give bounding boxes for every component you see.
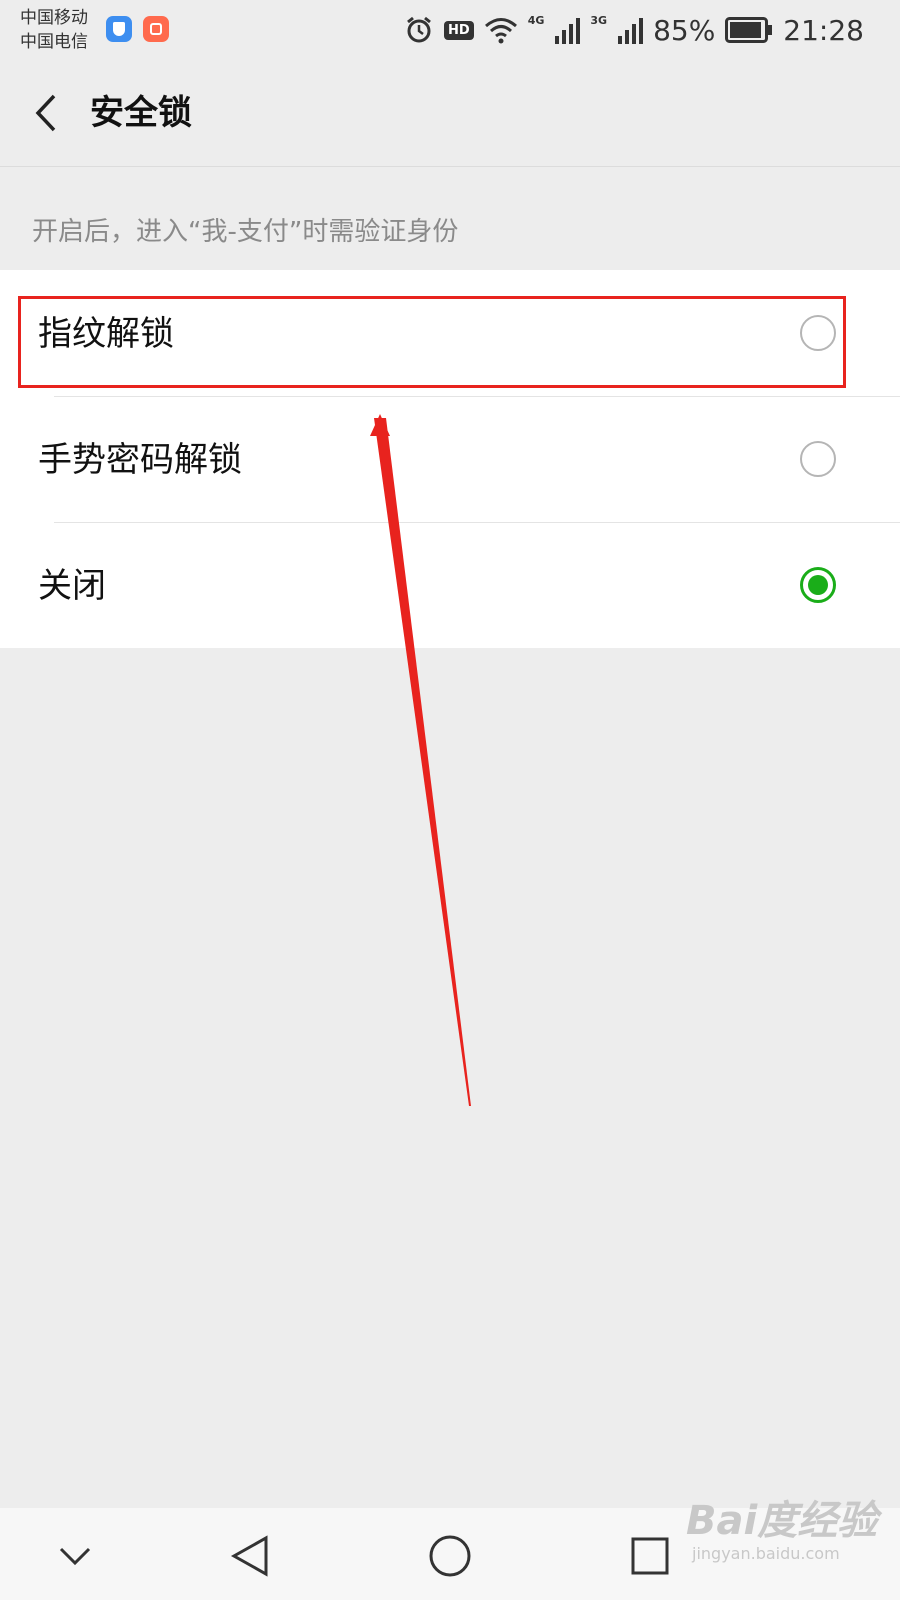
nav-header: 安全锁	[0, 64, 900, 167]
wifi-icon	[484, 16, 518, 44]
lock-option-list: 指纹解锁 手势密码解锁 关闭	[0, 270, 900, 648]
carrier-2: 中国电信	[20, 32, 88, 52]
battery-percent: 85%	[653, 13, 716, 47]
signal-icon-2	[617, 16, 644, 44]
recents-square-icon	[631, 1537, 669, 1575]
option-label: 指纹解锁	[38, 314, 174, 354]
section-hint: 开启后，进入“我-支付”时需验证身份	[32, 217, 459, 247]
nav-home-button[interactable]	[420, 1526, 480, 1586]
shield-app-icon	[106, 16, 132, 42]
page-title: 安全锁	[90, 93, 192, 133]
alarm-icon	[404, 15, 434, 45]
nav-back-button[interactable]	[220, 1526, 280, 1586]
back-triangle-icon	[230, 1535, 268, 1577]
home-circle-icon	[429, 1535, 471, 1577]
network-type-2: 3G	[590, 14, 608, 27]
back-button[interactable]	[26, 88, 66, 138]
network-type-1: 4G	[527, 14, 545, 27]
nav-collapse-button[interactable]	[45, 1526, 105, 1586]
option-label: 关闭	[38, 566, 106, 606]
carrier-1: 中国移动	[20, 8, 88, 28]
chevron-left-icon	[35, 94, 56, 132]
radio-unchecked-icon[interactable]	[800, 441, 836, 477]
chevron-down-icon	[59, 1547, 91, 1566]
clock: 21:28	[783, 13, 864, 47]
radio-checked-icon[interactable]	[800, 567, 836, 603]
option-gesture[interactable]: 手势密码解锁	[0, 396, 900, 522]
status-icons: HD 4G 3G 85% 21:28	[404, 12, 864, 48]
carrier-info: 中国移动 中国电信	[20, 6, 88, 54]
nav-recents-button[interactable]	[620, 1526, 680, 1586]
hd-badge: HD	[444, 20, 474, 40]
red-app-icon	[143, 16, 169, 42]
option-label: 手势密码解锁	[38, 440, 242, 480]
status-bar: 中国移动 中国电信 HD 4G 3G 85% 21:28	[0, 0, 900, 64]
signal-icon	[554, 16, 581, 44]
watermark-logo: Bai度经验	[686, 1498, 878, 1544]
battery-icon	[725, 17, 773, 43]
option-fingerprint[interactable]: 指纹解锁	[0, 270, 900, 396]
option-off[interactable]: 关闭	[0, 522, 900, 648]
baidu-watermark: Bai度经验 jingyan.baidu.com	[686, 1498, 877, 1564]
radio-unchecked-icon[interactable]	[800, 315, 836, 351]
watermark-url: jingyan.baidu.com	[692, 1544, 840, 1563]
